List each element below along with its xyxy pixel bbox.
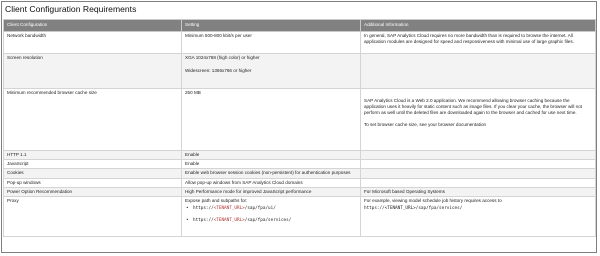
path-prefix: https:// [193,206,214,212]
info-text: SAP Analytics Cloud is a Web 2.0 applica… [364,98,583,116]
path-suffix: /sap/fpa/services/ [244,218,292,224]
table-row: Pop-up windows Allow pop-up windows from … [3,177,596,188]
requirements-panel: Client Configuration Requirements Client… [1,1,597,253]
config-cell: JavaScript [3,159,182,170]
table-row: Screen resolution XGA 1024x768 (high colo… [3,53,596,89]
table-row: HTTP 1.1 Enable [3,149,596,161]
table-row: Power Option Recommendation High Performa… [3,186,596,198]
config-cell: Screen resolution [3,53,182,89]
tenant-url-var: <TENANT_URL> [213,206,245,212]
info-text: In general, SAP Analytics Cloud requires… [364,33,574,45]
info-cell: In general, SAP Analytics Cloud requires… [360,31,596,54]
info-cell [360,159,596,170]
setting-cell: Enable [181,159,361,170]
column-header-client-configuration: Client Configuration [3,19,182,32]
info-cell [360,168,596,179]
config-cell: Proxy [3,196,182,238]
config-cell: Power Option Recommendation [3,186,182,198]
column-header-setting: Setting [181,19,361,32]
table-row: Minimum recommended browser cache size 25… [3,88,596,151]
info-path: https://<TENANT_URL>/sap/fpa/services/ [364,206,463,212]
path-suffix: /sap/fpa/ui/ [244,206,276,212]
tenant-url-var: <TENANT_URL> [213,218,245,224]
path-prefix: https:// [193,218,214,224]
setting-cell: 250 MB [181,88,361,151]
setting-cell: Enable [181,149,361,161]
setting-text: XGA 1024x768 (high color) or higher [185,55,260,60]
setting-text: Minimum 500-800 kbit/s per user [185,33,252,38]
page-title: Client Configuration Requirements [5,4,137,14]
info-cell: For Microsoft based Operating Systems [360,186,596,198]
setting-text: Allow pop-up windows from SAP Analytics … [185,179,303,185]
table-body: Network bandwidth Minimum 500-800 kbit/s … [3,31,596,238]
column-header-additional-information: Additional Information [360,19,596,32]
setting-cell: High Performance mode for improved JavaS… [181,186,361,198]
info-text: To set browser cache size, see your brow… [364,121,487,127]
setting-text: Expose path and subpaths for: [185,198,248,204]
table-row: JavaScript Enable [3,159,596,170]
table-row: Cookies Enable web browser session cookie… [3,168,596,179]
info-cell [360,53,596,89]
info-cell [360,177,596,188]
info-cell [360,149,596,161]
table-header-row: Client Configuration Setting Additional … [3,19,596,32]
proxy-path-item: https://<TENANT_URL>/sap/fpa/services/ [186,218,357,224]
info-text: For example, viewing model schedule job … [364,198,502,204]
config-cell: Minimum recommended browser cache size [3,88,182,151]
config-cell: HTTP 1.1 [3,149,182,161]
table-row: ProxyExpose path and subpaths for: https:… [3,196,596,238]
setting-cell: Expose path and subpaths for:https://<TE… [181,196,361,238]
info-text: For Microsoft based Operating Systems [364,188,445,194]
proxy-path-list: https://<TENANT_URL>/sap/fpa/ui/https://… [185,206,357,225]
info-cell: For example, viewing model schedule job … [360,196,596,238]
requirements-table: Client Configuration Setting Additional … [3,19,596,238]
setting-text: Enable web browser session cookies (non-… [185,170,351,176]
setting-text: Enable [185,152,200,157]
config-cell: Pop-up windows [3,177,182,188]
proxy-path-item: https://<TENANT_URL>/sap/fpa/ui/ [186,206,357,212]
config-cell: Cookies [3,168,182,179]
setting-cell: XGA 1024x768 (high color) or higher Wides… [181,53,361,89]
setting-cell: Minimum 500-800 kbit/s per user [181,31,361,54]
setting-cell: Allow pop-up windows from SAP Analytics … [181,177,361,188]
setting-cell: Enable web browser session cookies (non-… [181,168,361,179]
setting-text: Enable [185,161,200,167]
setting-text: 250 MB [185,90,201,95]
table-row: Network bandwidth Minimum 500-800 kbit/s … [3,31,596,54]
config-cell: Network bandwidth [3,31,182,54]
setting-text: High Performance mode for improved JavaS… [185,188,312,194]
setting-text: Widescreen: 1366x766 or higher [185,68,252,74]
info-cell: SAP Analytics Cloud is a Web 2.0 applica… [360,88,596,151]
